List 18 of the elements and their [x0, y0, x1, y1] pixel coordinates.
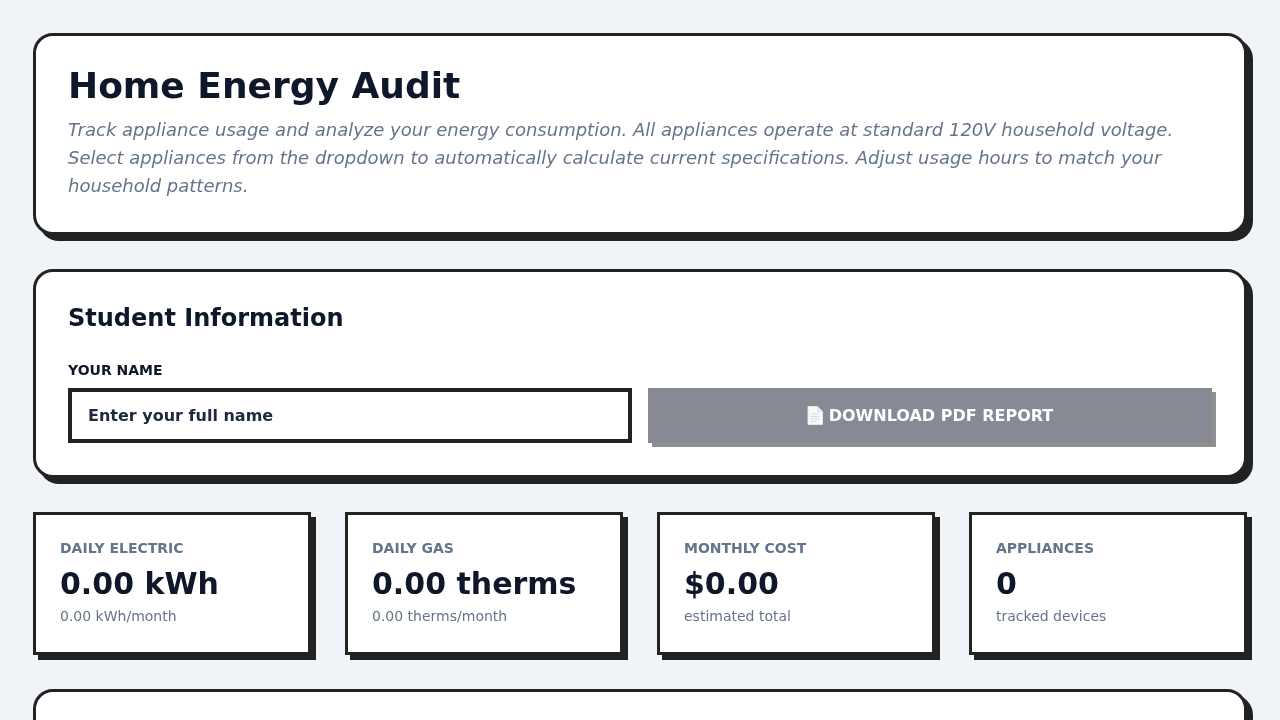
name-input[interactable]: Enter your full name: [68, 388, 632, 443]
page-title: Home Energy Audit: [68, 64, 462, 107]
stat-label: APPLIANCES: [996, 540, 1095, 557]
stat-value: 0.00 kWh: [60, 565, 220, 603]
stat-detail: 0.00 therms/month: [372, 608, 509, 625]
stat-detail: tracked devices: [996, 608, 1108, 625]
stat-detail: 0.00 kWh/month: [60, 608, 178, 625]
section-title: Student Information: [68, 304, 345, 333]
field-label: YOUR NAME: [68, 362, 164, 379]
stat-label: MONTHLY COST: [684, 540, 808, 557]
stat-label: DAILY GAS: [372, 540, 455, 557]
document-icon: [806, 406, 823, 425]
stat-detail: estimated total: [684, 608, 792, 625]
stat-value: 0.00 therms: [372, 565, 578, 603]
stat-value: 0: [996, 565, 1018, 603]
stat-label: DAILY ELECTRIC: [60, 540, 185, 557]
stat-value: $0.00: [684, 565, 780, 603]
page-description: Track appliance usage and analyze your energy consumption. All appliances operate at standard 120V household voltage. Select appliances from the dropdown to automatically calculate current specifications. Adjust usage hours to match your household patterns.: [68, 118, 1175, 198]
